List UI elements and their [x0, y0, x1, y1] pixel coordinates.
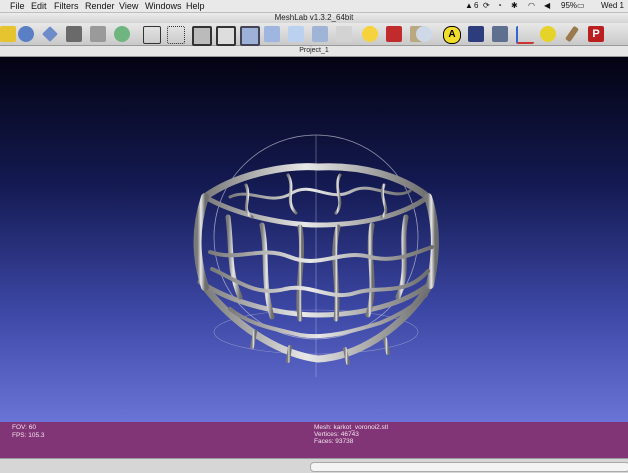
toolbar: A P [0, 23, 628, 46]
battery-icon[interactable]: ▭ [577, 0, 585, 12]
clock[interactable]: Wed 1 [601, 0, 624, 12]
wireframe-icon[interactable] [192, 26, 212, 46]
bluetooth-icon[interactable]: ✱ [511, 0, 518, 12]
export-icon[interactable] [42, 26, 58, 42]
status-bar [0, 458, 628, 473]
tab-project[interactable]: Project_1 [0, 46, 628, 57]
wifi-badge: 6 [474, 1, 479, 10]
hidden-lines-icon[interactable] [216, 26, 236, 46]
menu-file[interactable]: File [10, 0, 25, 12]
flat-lines-icon[interactable] [240, 26, 260, 46]
faces-count: Faces: 93738 [314, 438, 354, 445]
fps-label: FPS: 105.3 [12, 432, 45, 439]
flat-icon[interactable] [264, 26, 280, 42]
vertices-count: Vertices: 46743 [314, 431, 359, 438]
horizontal-scrollbar[interactable] [310, 462, 628, 472]
wifi-icon[interactable]: ◠ [528, 0, 535, 12]
fov-label: FOV: 60 [12, 424, 36, 431]
sphere-icon[interactable] [416, 26, 432, 42]
menu-edit[interactable]: Edit [31, 0, 47, 12]
reload-icon[interactable] [18, 26, 34, 42]
menu-render[interactable]: Render [85, 0, 115, 12]
open-icon[interactable] [0, 26, 16, 42]
pencil-icon[interactable] [564, 25, 580, 43]
pdf-icon[interactable]: P [588, 26, 604, 42]
layers-panel-icon[interactable] [492, 26, 508, 42]
menu-filters[interactable]: Filters [54, 0, 79, 12]
smooth-icon[interactable] [288, 26, 304, 42]
texture-icon[interactable] [312, 26, 328, 42]
annotation-icon[interactable]: A [443, 26, 461, 44]
sync-icon[interactable]: ⟳ [483, 0, 490, 12]
snapshot-icon[interactable] [66, 26, 82, 42]
menu-view[interactable]: View [119, 0, 138, 12]
vertex-color-icon[interactable] [336, 26, 352, 42]
window-title: MeshLab v1.3.2_64bit [0, 13, 628, 23]
bbox-icon[interactable] [143, 26, 161, 44]
volume-icon[interactable]: ◀ [544, 0, 550, 12]
axes-icon[interactable] [516, 26, 534, 44]
mesh-render [193, 134, 439, 377]
mesh-name: Mesh: karkot_voronoi2.stl [314, 424, 389, 431]
battery-percent: 95% [561, 1, 578, 10]
face-color-icon[interactable] [386, 26, 402, 42]
history-icon[interactable]: ◔ [497, 0, 502, 12]
menu-bar: File Edit Filters Render View Windows He… [0, 0, 628, 13]
brush-icon[interactable] [540, 26, 556, 42]
measure-icon[interactable] [468, 26, 484, 42]
layers-icon[interactable] [90, 26, 106, 42]
points-icon[interactable] [167, 26, 185, 44]
trackball-icon[interactable] [114, 26, 130, 42]
info-panel: FOV: 60 FPS: 105.3 Mesh: karkot_voronoi2… [0, 422, 628, 458]
adobe-icon[interactable]: ▲ [465, 0, 473, 12]
3d-viewport[interactable] [0, 57, 628, 422]
lighting-icon[interactable] [362, 26, 378, 42]
menu-help[interactable]: Help [186, 0, 205, 12]
menu-windows[interactable]: Windows [145, 0, 182, 12]
